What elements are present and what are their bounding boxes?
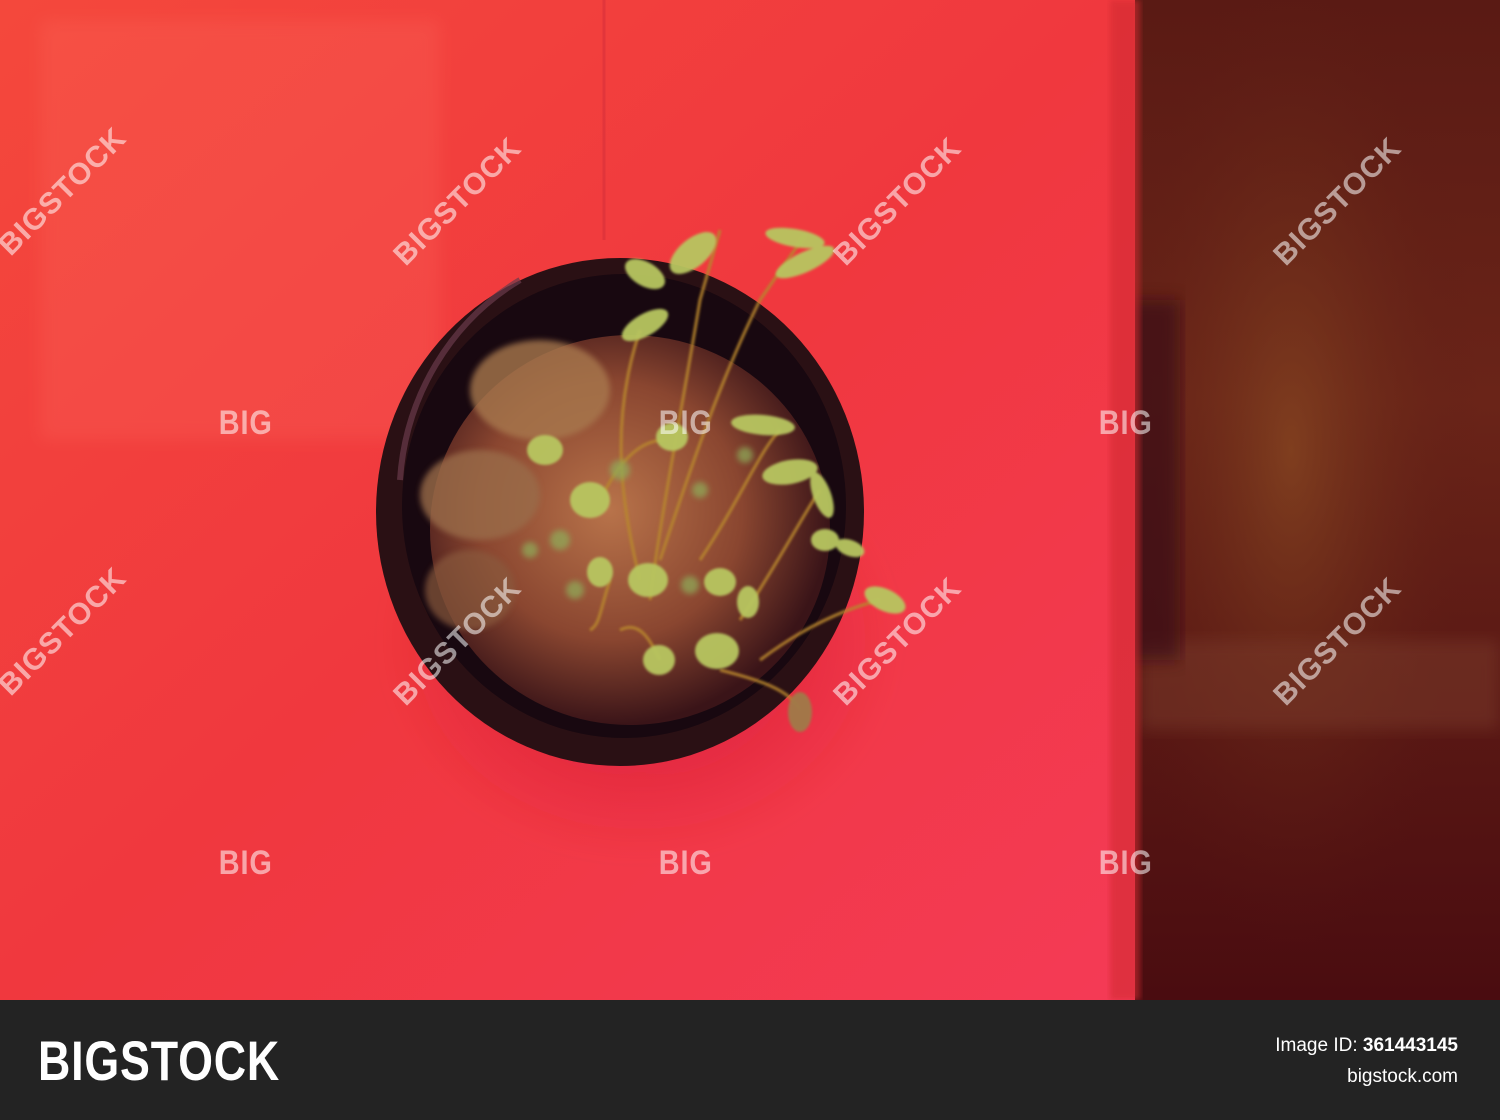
watermark-short: BIG: [1098, 404, 1153, 442]
image-id-value: 361443145: [1362, 1035, 1458, 1056]
watermark-short: BIG: [218, 404, 273, 442]
image-id-label: Image ID:: [1275, 1035, 1363, 1056]
watermark-short: BIG: [658, 844, 713, 882]
watermark-short: BIG: [1098, 844, 1153, 882]
watermark-short: BIG: [218, 844, 273, 882]
image-meta: Image ID: 361443145 bigstock.com: [1275, 1030, 1458, 1092]
stock-photo: BIGSTOCK BIGSTOCK BIGSTOCK BIGSTOCK BIGS…: [0, 0, 1500, 1000]
site-link[interactable]: bigstock.com: [1275, 1061, 1458, 1092]
stock-footer-bar: BIGSTOCK Image ID: 361443145 bigstock.co…: [0, 1000, 1500, 1120]
image-id-line: Image ID: 361443145: [1275, 1030, 1458, 1061]
bigstock-logo[interactable]: BIGSTOCK: [38, 1028, 280, 1093]
watermark-short: BIG: [658, 404, 713, 442]
